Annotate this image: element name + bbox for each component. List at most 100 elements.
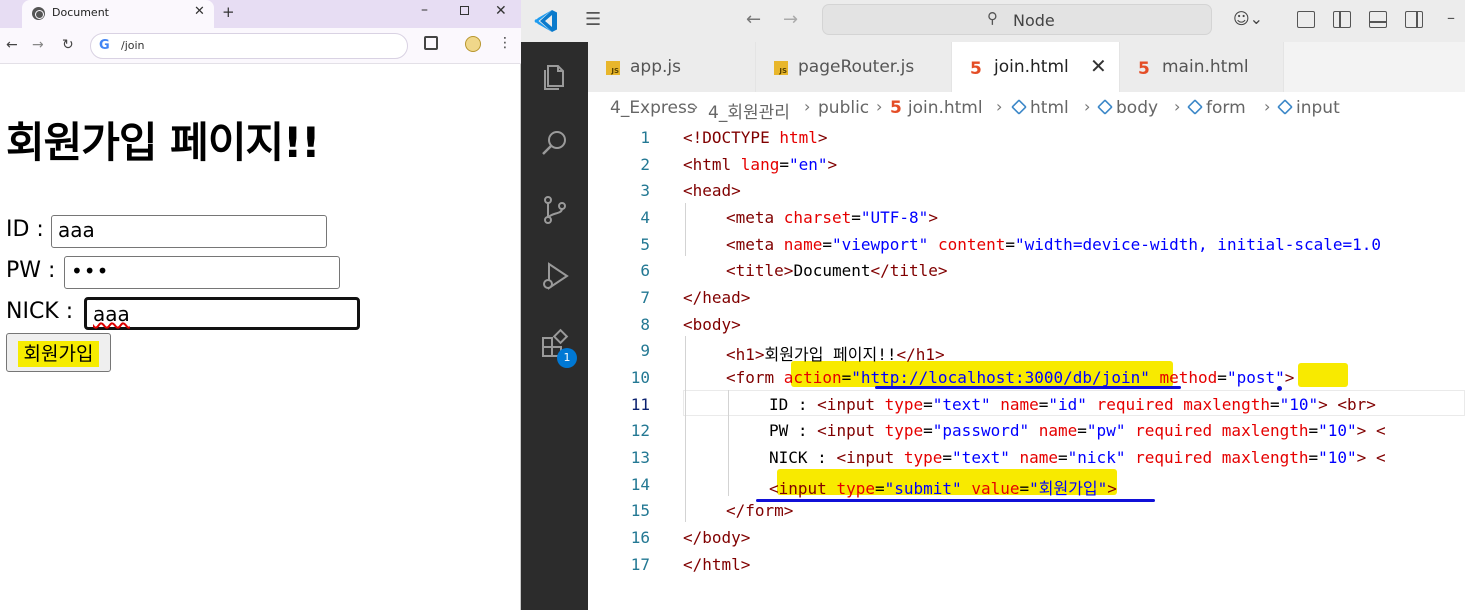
breadcrumb-item[interactable]: 4_Express [610, 98, 696, 118]
code-token: "submit" [884, 479, 962, 498]
breadcrumb-symbol[interactable]: input [1277, 98, 1340, 118]
html5-file-icon: 5 [890, 98, 902, 118]
code-token: <form [726, 368, 784, 387]
nick-input-value: aaa [93, 302, 130, 326]
minimize-window-button[interactable]: – [1447, 8, 1455, 27]
profile-icon[interactable] [465, 36, 481, 52]
breadcrumb-item[interactable]: 4_회원관리 [708, 98, 790, 123]
element-symbol-icon [1097, 99, 1113, 115]
toggle-primary-sidebar-icon[interactable] [1333, 11, 1351, 28]
code-token: <meta [726, 235, 784, 254]
element-symbol-icon [1011, 99, 1027, 115]
editor-tab-pagerouter-js[interactable]: JS pageRouter.js [756, 42, 952, 92]
chevron-right-icon: › [1084, 97, 1091, 116]
page-viewport: 회원가입 페이지!! ID : aaa PW : ••• NICK : aaa … [0, 65, 520, 610]
line-number: 4 [640, 208, 650, 227]
browser-tab-document[interactable]: Document ✕ [22, 0, 214, 28]
minimize-window-button[interactable]: – [421, 2, 428, 18]
code-token: ID : [769, 395, 818, 414]
search-icon[interactable] [539, 127, 571, 159]
breadcrumb-file[interactable]: 5 join.html [890, 98, 983, 118]
forward-arrow-icon[interactable]: → [32, 37, 44, 53]
code-editor[interactable]: 1 2 3 4 5 6 7 8 9 10 11 12 13 14 15 16 1… [588, 124, 1465, 610]
code-token: = [851, 208, 861, 227]
run-debug-icon[interactable] [539, 260, 571, 292]
maximize-window-button[interactable] [460, 6, 469, 15]
code-token: required [1135, 421, 1213, 440]
code-token: "viewport" [831, 235, 929, 254]
customize-layout-icon[interactable] [1297, 11, 1315, 28]
code-line: <form action="http://localhost:3000/db/j… [726, 368, 1294, 387]
close-tab-icon[interactable]: ✕ [1090, 54, 1107, 78]
editor-tab-main-html[interactable]: 5 main.html [1120, 42, 1284, 92]
line-number: 12 [630, 421, 650, 440]
search-icon: ⚲ [987, 9, 998, 27]
code-line: <html lang="en"> [683, 155, 837, 174]
navigate-back-icon[interactable]: ← [746, 9, 761, 30]
address-bar[interactable]: G /join [90, 33, 408, 59]
extensions-icon[interactable] [424, 36, 438, 50]
code-line: </body> [683, 528, 750, 547]
line-number: 7 [640, 288, 650, 307]
breadcrumb-symbol[interactable]: html [1011, 98, 1069, 118]
close-window-button[interactable]: ✕ [495, 3, 507, 19]
editor-tab-app-js[interactable]: JS app.js [588, 42, 756, 92]
breadcrumb-symbol[interactable]: body [1097, 98, 1158, 118]
code-token: = [1005, 235, 1016, 254]
code-token: required [1096, 395, 1174, 414]
code-token: Document [793, 261, 871, 280]
navigate-forward-icon[interactable]: → [783, 9, 798, 30]
close-tab-icon[interactable]: ✕ [194, 4, 205, 19]
url-text[interactable]: /join [121, 39, 145, 52]
source-control-icon[interactable] [539, 194, 571, 226]
copilot-icon[interactable]: ☺⌄ [1233, 9, 1263, 28]
code-token: name [1000, 395, 1039, 414]
page-title: 회원가입 페이지!! [6, 118, 320, 167]
code-token: <meta [726, 208, 784, 227]
vscode-window: ☰ ← → ⚲ Node ☺⌄ – 1 JS app.js JS pageRou… [521, 0, 1465, 610]
line-number: 13 [630, 448, 650, 467]
vscode-logo-icon [534, 10, 557, 32]
breadcrumb-symbol[interactable]: form [1187, 98, 1246, 118]
code-token: > [1284, 368, 1295, 387]
annotation-underline [756, 499, 1155, 502]
html5-file-icon: 5 [970, 59, 982, 79]
browser-tab-title: Document [52, 6, 109, 19]
toggle-panel-icon[interactable] [1369, 11, 1387, 28]
code-line: <meta name="viewport" content="width=dev… [726, 235, 1381, 254]
explorer-icon[interactable] [539, 60, 571, 92]
code-token: charset [783, 208, 852, 227]
html5-file-icon: 5 [1138, 59, 1150, 79]
screenshot-root: Document ✕ + – ✕ ← → ↻ G /join ⋮ 회원가입 페이… [0, 0, 1465, 610]
code-line: <input type="submit" value="회원가입"> [769, 475, 1117, 499]
code-token: "회원가입" [1029, 479, 1108, 498]
reload-icon[interactable]: ↻ [62, 37, 74, 53]
pw-input[interactable]: ••• [64, 256, 340, 289]
code-token: maxlength [1221, 421, 1309, 440]
back-arrow-icon[interactable]: ← [6, 37, 18, 53]
id-input[interactable]: aaa [51, 215, 327, 248]
nick-label: NICK : [6, 299, 74, 324]
toggle-secondary-sidebar-icon[interactable] [1405, 11, 1423, 28]
editor-tab-join-html[interactable]: 5 join.html ✕ [952, 42, 1120, 92]
code-line: PW : <input type="password" name="pw" re… [769, 421, 1386, 440]
nick-input[interactable]: aaa [84, 297, 360, 330]
chevron-right-icon: › [876, 97, 883, 116]
chevron-right-icon: › [1174, 97, 1181, 116]
breadcrumb-item[interactable]: public [818, 98, 869, 118]
more-menu-icon[interactable]: ⋮ [498, 35, 512, 51]
code-line: <h1>회원가입 페이지!!</h1> [726, 341, 945, 365]
command-center-search[interactable]: ⚲ Node [822, 4, 1212, 35]
menu-icon[interactable]: ☰ [585, 9, 601, 30]
code-token: > [1107, 479, 1117, 498]
new-tab-button[interactable]: + [222, 3, 235, 21]
code-token: = [923, 395, 933, 414]
code-token: = [1019, 479, 1030, 498]
code-token: = [841, 368, 852, 387]
signup-submit-button[interactable]: 회원가입 [6, 333, 111, 372]
code-token: "UTF-8" [860, 208, 929, 227]
code-token: "http://localhost:3000/db/join" [851, 368, 1150, 387]
